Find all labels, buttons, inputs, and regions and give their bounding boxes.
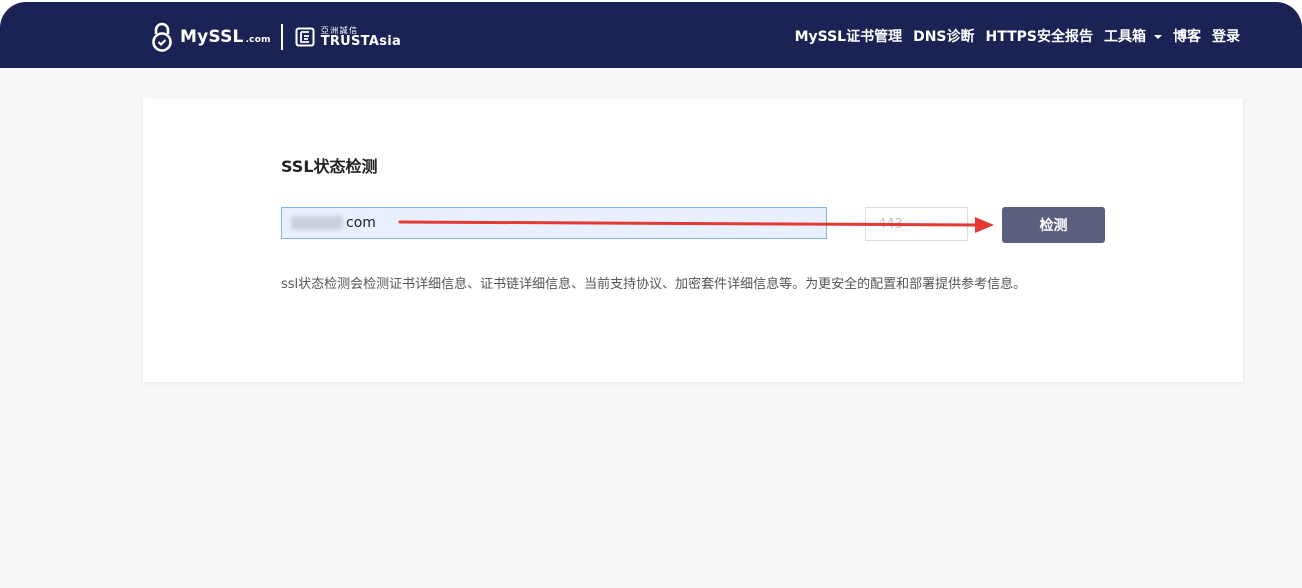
lock-icon	[152, 22, 172, 52]
nav-login[interactable]: 登录	[1212, 26, 1240, 46]
port-input[interactable]	[865, 207, 968, 241]
nav-toolbox[interactable]: 工具箱	[1104, 26, 1162, 46]
logo-wordmark: MySSL .com	[180, 27, 271, 47]
chevron-down-icon	[1154, 35, 1162, 39]
page-title: SSL状态检测	[281, 157, 378, 176]
nav-blog[interactable]: 博客	[1173, 26, 1201, 46]
logo-name: MySSL	[180, 27, 244, 47]
description-text: ssl状态检测会检测证书详细信息、证书链详细信息、当前支持协议、加密套件详细信息…	[281, 277, 1027, 292]
main-nav: MySSL证书管理 DNS诊断 HTTPS安全报告 工具箱 博客 登录	[795, 26, 1240, 46]
nav-dns-diagnosis[interactable]: DNS诊断	[913, 26, 974, 46]
redacted-domain-mask	[291, 216, 343, 230]
ssl-check-card: SSL状态检测 检测 ssl状态检测会检测证书详细信息、证书链详细信息、当前支持…	[143, 98, 1243, 382]
nav-cert-management[interactable]: MySSL证书管理	[795, 26, 903, 46]
trustasia-mark-icon	[295, 27, 315, 47]
check-button[interactable]: 检测	[1002, 207, 1105, 243]
top-navbar: MySSL .com 亞洲誠信 TRUSTAsia MySSL证书管理 DNS诊断…	[0, 2, 1302, 68]
partner-name-en: TRUSTAsia	[320, 33, 402, 49]
domain-input[interactable]	[281, 207, 827, 239]
logo-divider	[280, 24, 283, 50]
nav-toolbox-label: 工具箱	[1104, 29, 1146, 45]
partner-logo: 亞洲誠信 TRUSTAsia	[320, 26, 402, 49]
nav-https-report[interactable]: HTTPS安全报告	[986, 26, 1093, 46]
logo-domain: .com	[245, 35, 271, 45]
browser-viewport: MySSL .com 亞洲誠信 TRUSTAsia MySSL证书管理 DNS诊断…	[0, 2, 1302, 588]
site-logo[interactable]: MySSL .com 亞洲誠信 TRUSTAsia	[150, 20, 401, 54]
